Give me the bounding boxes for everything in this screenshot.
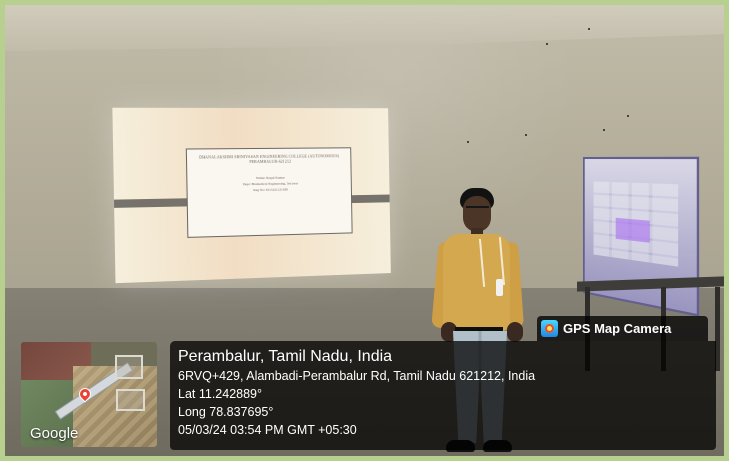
- location-title: Perambalur, Tamil Nadu, India: [178, 348, 393, 365]
- wall-mark: [546, 43, 548, 45]
- wall-mark: [467, 141, 469, 143]
- map-thumbnail: Google: [21, 342, 157, 447]
- id-card-icon: [496, 279, 503, 296]
- address-line: 6RVQ+429, Alambadi-Perambalur Rd, Tamil …: [178, 369, 536, 383]
- projected-screen: DHANALAKSHMI SRINIVASAN ENGINEERING COLL…: [112, 107, 391, 284]
- presenter-right-hand: [507, 322, 523, 342]
- gps-map-camera-icon: [541, 320, 558, 337]
- table-top: [577, 276, 724, 292]
- timestamp-line: 05/03/24 03:54 PM GMT +05:30: [178, 423, 357, 437]
- wall-mark: [627, 115, 629, 117]
- gps-camera-label: GPS Map Camera: [563, 321, 672, 336]
- glasses-icon: [466, 206, 489, 214]
- wall-mark: [603, 129, 605, 131]
- longitude-line: Long 78.837695°: [178, 405, 274, 419]
- google-attribution: Google: [30, 425, 79, 442]
- map-building: [115, 355, 143, 379]
- gps-camera-badge: GPS Map Camera: [537, 316, 708, 341]
- map-building: [116, 389, 145, 411]
- gps-info-panel: Perambalur, Tamil Nadu, India 6RVQ+429, …: [170, 341, 716, 450]
- latitude-line: Lat 11.242889°: [178, 387, 263, 401]
- wall-mark: [525, 134, 527, 136]
- wall-mark: [588, 28, 590, 30]
- projected-slide: DHANALAKSHMI SRINIVASAN ENGINEERING COLL…: [185, 147, 353, 238]
- slide-register-number: Reg No: 8115221121030: [253, 187, 288, 193]
- presenter-head: [463, 196, 491, 232]
